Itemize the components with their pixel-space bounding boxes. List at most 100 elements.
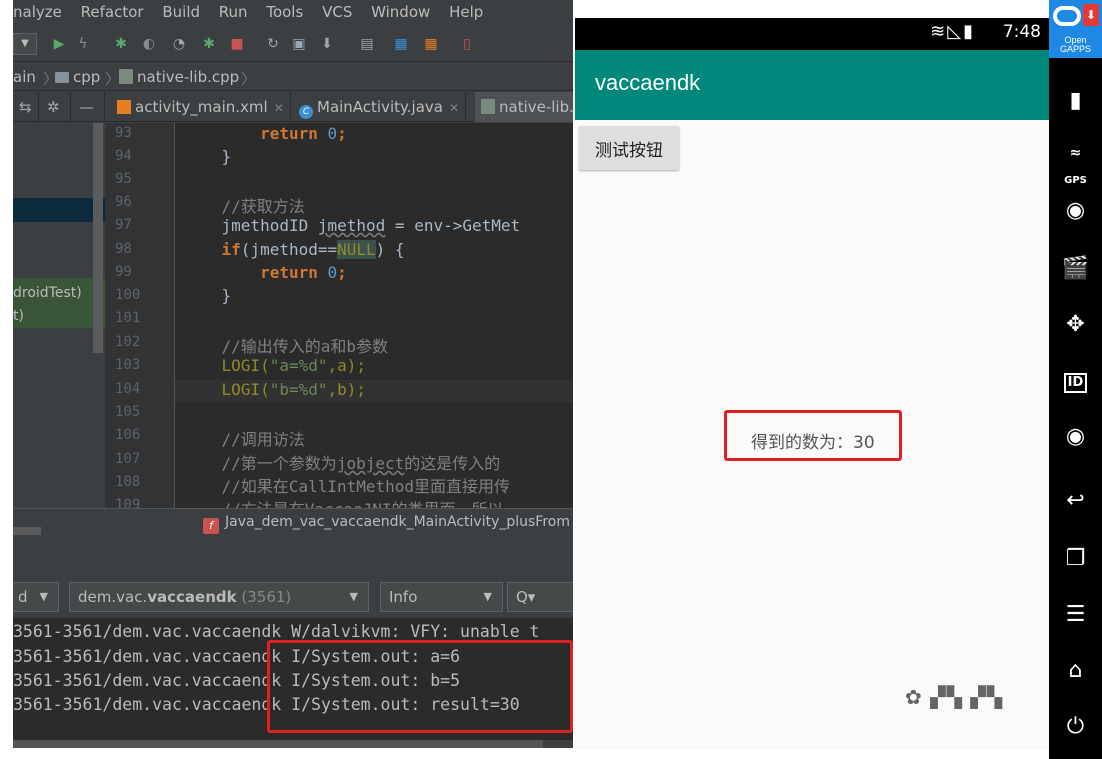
log-level-dropdown[interactable]: Info ▼ [380, 582, 503, 612]
line-number: 97 [115, 217, 132, 233]
tab-activity-main-xml[interactable]: activity_main.xml ✕ [111, 92, 291, 122]
gps-icon[interactable]: ≈ GPS [1049, 140, 1102, 194]
emulator-control-sidebar: ⬇ Open GAPPS ▮ ≈ GPS ◉ 🎬 ✥ ID ◉ ↩ ❐ ☰ ⌂ ⏻ [1049, 0, 1102, 759]
project-selected-row[interactable] [13, 198, 105, 222]
menu-tools[interactable]: Tools [266, 0, 303, 24]
code-line-93: return 0; [260, 124, 347, 143]
vector-asset-icon[interactable]: ▦ [423, 36, 439, 52]
breadcrumb-file[interactable]: native-lib.cpp [119, 68, 239, 86]
menu-window[interactable]: Window [371, 0, 430, 24]
close-icon[interactable]: ✕ [274, 101, 284, 115]
tab-native-lib-cpp[interactable]: native-lib. [475, 92, 573, 122]
attach-debugger-icon[interactable]: ◐ [141, 36, 157, 52]
clapperboard-icon[interactable]: 🎬 [1049, 256, 1102, 282]
id-icon[interactable]: ID [1049, 367, 1102, 393]
device-dropdown[interactable]: d ▼ [13, 582, 59, 612]
menu-icon[interactable]: ☰ [1049, 602, 1102, 628]
result-text: 得到的数为：30 [751, 433, 875, 453]
power-icon[interactable]: ⏻ [1049, 714, 1102, 740]
status-time: 7:48 [1002, 22, 1041, 42]
avd-manager-icon[interactable]: ▣ [291, 36, 307, 52]
breadcrumb-separator-icon: 〉 [105, 70, 121, 88]
breadcrumb-separator-icon: 〉 [241, 70, 257, 88]
app-title: vaccaendk [595, 70, 701, 95]
battery-icon[interactable]: ▮ [1049, 88, 1102, 114]
project-structure-icon[interactable]: ▤ [359, 36, 375, 52]
menu-build[interactable]: Build [162, 0, 200, 24]
project-scrollbar[interactable] [93, 123, 103, 353]
code-line-104: LOGI("b=%d",b); [221, 380, 367, 399]
line-number: 98 [115, 241, 132, 257]
search-icon: Q▾ [516, 588, 536, 606]
code-line-97: jmethodID jmethod = env->GetMet [183, 216, 521, 235]
menu-analyze[interactable]: nalyze [13, 0, 62, 24]
code-line-94: } [183, 147, 232, 166]
menu-refactor[interactable]: Refactor [81, 0, 144, 24]
sdk-manager-icon[interactable]: ⬇ [319, 36, 335, 52]
line-number: 101 [115, 310, 141, 326]
apply-changes-icon[interactable]: ϟ [75, 36, 91, 52]
line-number: 108 [115, 474, 141, 490]
line-number: 94 [115, 148, 132, 164]
run-icon[interactable]: ▶ [51, 36, 67, 52]
debug-icon[interactable]: ✱ [113, 36, 129, 52]
line-number: 104 [115, 381, 141, 397]
code-editor[interactable]: return 0; } //获取方法 jmethodID jmethod = e… [175, 123, 573, 508]
watermark-icon: ✿ ▞▚ ▞▚ [905, 685, 1003, 709]
logcat-search-input[interactable]: Q▾ [507, 582, 573, 612]
dpad-icon[interactable]: ✥ [1049, 312, 1102, 338]
android-emulator: ≋◺▮ 7:48 vaccaendk 测试按钮 得到的数为：30 ✿ ▞▚ ▞▚… [573, 0, 1102, 759]
logcat-filter-row: d ▼ dem.vac.vaccaendk (3561) ▼ Info ▼ Q▾ [13, 582, 573, 614]
line-number: 102 [115, 334, 141, 350]
editor-horizontal-scrollbar[interactable] [13, 527, 41, 535]
test-button[interactable]: 测试按钮 [579, 126, 679, 170]
code-line-107: //第一个参数为jobject的这是传入的 [183, 454, 501, 473]
home-icon[interactable]: ⌂ [1049, 658, 1102, 684]
class-icon: C [299, 105, 313, 119]
code-line-96: //获取方法 [183, 197, 305, 216]
project-item-android-test[interactable]: droidTest) [13, 285, 82, 301]
cpp-file-icon [119, 69, 133, 84]
menu-run[interactable]: Run [219, 0, 248, 24]
logcat-horizontal-scrollbar[interactable] [13, 740, 543, 748]
line-number: 96 [115, 194, 132, 210]
editor-tabs: ⇆ ✲ — activity_main.xml ✕ C MainActivity.j… [13, 92, 573, 122]
open-gapps-logo-icon[interactable]: ⬇ Open GAPPS [1049, 0, 1102, 58]
log-line: 3561-3561/dem.vac.vaccaendk W/dalvikvm: … [13, 622, 540, 641]
breadcrumb: ain 〉 cpp 〉 native-lib.cpp 〉 [13, 63, 573, 91]
sync-gradle-icon[interactable]: ↻ [265, 36, 281, 52]
download-icon: ⬇ [1083, 4, 1099, 26]
collapse-icon[interactable]: — [73, 92, 105, 122]
process-dropdown[interactable]: dem.vac.vaccaendk (3561) ▼ [69, 582, 369, 612]
chevron-down-icon: ▼ [483, 590, 492, 603]
xml-file-icon [117, 100, 131, 114]
tab-main-activity-java[interactable]: C MainActivity.java ✕ [293, 92, 467, 122]
code-line-109: //方法是在VaccaeJNI的类里面，所以 [183, 496, 504, 508]
profiler-icon[interactable]: ◔ [171, 36, 187, 52]
breadcrumb-main[interactable]: ain [13, 68, 36, 86]
stop-icon[interactable]: ■ [229, 36, 245, 52]
screenshot-icon[interactable]: ◉ [1049, 424, 1102, 450]
split-icon[interactable]: ⇆ [13, 92, 39, 122]
project-item-test[interactable]: t) [13, 308, 24, 324]
close-icon[interactable]: ✕ [449, 101, 459, 115]
line-number: 107 [115, 451, 141, 467]
code-line-103: LOGI("a=%d",a); [221, 356, 367, 375]
function-breadcrumb[interactable]: f Java_dem_vac_vaccaendk_MainActivity_plu… [13, 508, 573, 536]
main-toolbar: ▼ ▶ ϟ ✱ ◐ ◔ ✱ ■ ↻ ▣ ⬇ ▤ ▦ ▦ ▯ [13, 28, 573, 62]
camera-icon[interactable]: ◉ [1049, 198, 1102, 224]
folder-icon [55, 72, 69, 83]
android-monitor-icon[interactable]: ▯ [459, 36, 475, 52]
status-bar: ≋◺▮ 7:48 [575, 18, 1049, 50]
back-icon[interactable]: ↩ [1049, 488, 1102, 514]
menu-vcs[interactable]: VCS [322, 0, 352, 24]
menu-help[interactable]: Help [449, 0, 483, 24]
recent-apps-icon[interactable]: ❐ [1049, 546, 1102, 572]
coverage-icon[interactable]: ✱ [201, 36, 217, 52]
breadcrumb-cpp[interactable]: cpp [55, 68, 100, 86]
layout-inspector-icon[interactable]: ▦ [393, 36, 409, 52]
code-line-106: //调用访法 [183, 430, 305, 449]
run-config-dropdown[interactable]: ▼ [13, 33, 37, 55]
gear-icon[interactable]: ✲ [41, 92, 71, 122]
chevron-down-icon: ▼ [349, 590, 358, 603]
